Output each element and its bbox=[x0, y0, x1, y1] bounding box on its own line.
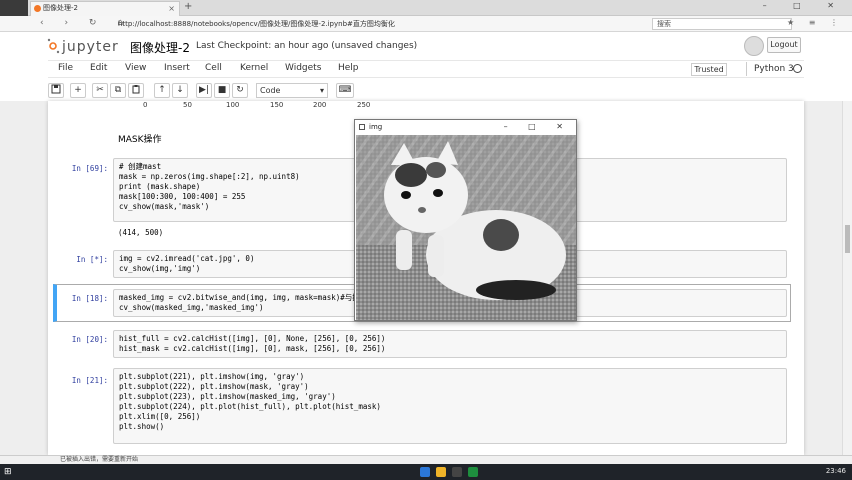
cell-prompt: In [*]: bbox=[76, 255, 108, 264]
browser-tab-bar: 图像处理-2 × + – □ ✕ bbox=[0, 0, 852, 16]
browser-logo-icon bbox=[0, 0, 28, 16]
app-taskbar-icon[interactable] bbox=[468, 467, 478, 477]
axis-tick: 50 bbox=[183, 101, 192, 109]
run-button[interactable]: ▶| bbox=[196, 83, 212, 98]
image-window-title: img bbox=[369, 123, 383, 131]
insert-cell-button[interactable]: + bbox=[70, 83, 86, 98]
avatar bbox=[744, 36, 764, 56]
command-palette-button[interactable]: ⌨ bbox=[336, 83, 354, 98]
cat-photo bbox=[356, 135, 576, 320]
code-cell[interactable]: hist_full = cv2.calcHist([img], [0], Non… bbox=[113, 330, 787, 358]
kernel-idle-icon bbox=[793, 64, 802, 73]
status-line: 已被插入出错，需要重新开始 bbox=[0, 455, 852, 464]
divider bbox=[746, 62, 747, 76]
chevron-down-icon: ▾ bbox=[319, 86, 324, 95]
kernel-name[interactable]: Python 3 bbox=[754, 64, 794, 74]
paste-icon bbox=[132, 85, 140, 94]
image-window[interactable]: img – □ ✕ bbox=[354, 119, 577, 321]
jupyter-header: jupyter 图像处理-2 Last Checkpoint: an hour … bbox=[0, 32, 852, 60]
start-button[interactable]: ⊞ bbox=[4, 467, 14, 477]
menu-edit[interactable]: Edit bbox=[90, 63, 107, 73]
menu-cell[interactable]: Cell bbox=[205, 63, 222, 73]
axis-tick: 100 bbox=[226, 101, 240, 109]
save-button[interactable] bbox=[48, 83, 64, 98]
save-icon bbox=[51, 84, 61, 94]
browser-search-input[interactable]: 搜索 bbox=[652, 18, 792, 30]
status-text: 已被插入出错，需要重新开始 bbox=[60, 456, 139, 463]
tab-close-icon[interactable]: × bbox=[168, 2, 175, 15]
notebook-title[interactable]: 图像处理-2 bbox=[130, 39, 190, 56]
folder-taskbar-icon[interactable] bbox=[436, 467, 446, 477]
scrollbar[interactable] bbox=[842, 101, 852, 455]
trusted-badge[interactable]: Trusted bbox=[691, 63, 727, 76]
paste-button[interactable] bbox=[128, 83, 144, 98]
menu-insert[interactable]: Insert bbox=[164, 63, 190, 73]
taskbar: ⊞ 23:46 bbox=[0, 464, 852, 480]
move-down-button[interactable]: ↓ bbox=[172, 83, 188, 98]
browser-tab[interactable]: 图像处理-2 × bbox=[30, 1, 180, 16]
jupyter-logo-text: jupyter bbox=[62, 39, 119, 55]
menu-view[interactable]: View bbox=[125, 63, 146, 73]
menu-widgets[interactable]: Widgets bbox=[285, 63, 321, 73]
cell-prompt: In [18]: bbox=[71, 294, 108, 303]
logout-button[interactable]: Logout bbox=[767, 37, 801, 53]
clock[interactable]: 23:46 bbox=[826, 467, 846, 475]
code-cell[interactable]: plt.subplot(221), plt.imshow(img, 'gray'… bbox=[113, 368, 787, 444]
menu-file[interactable]: File bbox=[58, 63, 73, 73]
window-controls[interactable]: – □ ✕ bbox=[763, 1, 846, 10]
axis-tick: 200 bbox=[313, 101, 327, 109]
axis-tick: 0 bbox=[143, 101, 148, 109]
browser-taskbar-icon[interactable] bbox=[420, 467, 430, 477]
restart-button[interactable]: ↻ bbox=[232, 83, 248, 98]
new-tab-button[interactable]: + bbox=[184, 1, 192, 12]
move-up-button[interactable]: ↑ bbox=[154, 83, 170, 98]
image-window-controls[interactable]: – □ ✕ bbox=[504, 120, 572, 134]
address-bar: ‹ › ↻ ⌂ http://localhost:8888/notebooks/… bbox=[0, 16, 852, 32]
copy-button[interactable]: ⧉ bbox=[110, 83, 126, 98]
cell-output: (414, 500) bbox=[118, 228, 164, 237]
image-window-titlebar[interactable]: img – □ ✕ bbox=[355, 120, 576, 134]
cell-prompt: In [69]: bbox=[71, 164, 108, 173]
cell-type-value: Code bbox=[260, 86, 281, 95]
axis-tick: 250 bbox=[357, 101, 371, 109]
cell-prompt: In [21]: bbox=[71, 376, 108, 385]
cell-prompt: In [20]: bbox=[71, 335, 108, 344]
interrupt-button[interactable]: ■ bbox=[214, 83, 230, 98]
markdown-cell[interactable]: MASK操作 bbox=[118, 132, 162, 145]
terminal-taskbar-icon[interactable] bbox=[452, 467, 462, 477]
url-field[interactable]: http://localhost:8888/notebooks/opencv/图… bbox=[118, 18, 638, 30]
axis-tick: 150 bbox=[270, 101, 284, 109]
cell-type-select[interactable]: Code ▾ bbox=[256, 83, 328, 98]
cat-image bbox=[356, 135, 576, 320]
cut-button[interactable]: ✂ bbox=[92, 83, 108, 98]
notebook-toolbar: + ✂ ⧉ ↑ ↓ ▶| ■ ↻ Code ▾ ⌨ bbox=[48, 80, 804, 100]
checkpoint-status: Last Checkpoint: an hour ago (unsaved ch… bbox=[196, 41, 418, 51]
menu-help[interactable]: Help bbox=[338, 63, 359, 73]
browser-menu-icons[interactable]: ★ ≡ ⋮ bbox=[787, 18, 844, 27]
jupyter-favicon-icon bbox=[34, 5, 41, 12]
menu-bar: File Edit View Insert Cell Kernel Widget… bbox=[48, 60, 804, 78]
menu-kernel[interactable]: Kernel bbox=[240, 63, 268, 73]
window-icon bbox=[359, 124, 365, 130]
scrollbar-thumb[interactable] bbox=[845, 225, 850, 253]
tab-title: 图像处理-2 bbox=[43, 4, 78, 12]
